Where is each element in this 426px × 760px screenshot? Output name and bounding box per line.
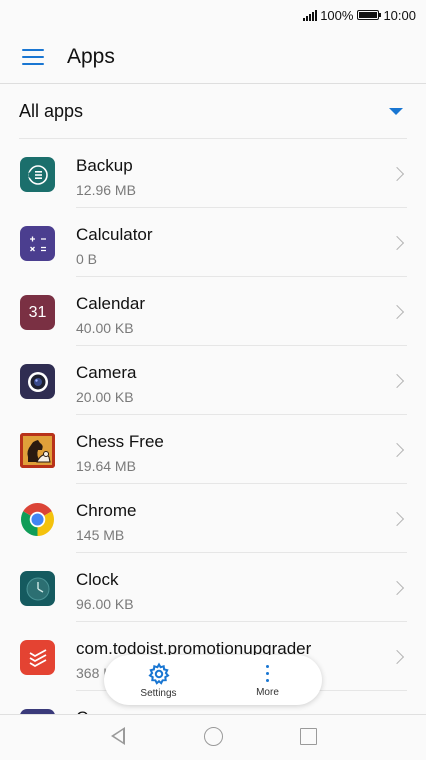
chrome-icon xyxy=(20,502,55,537)
app-filter-dropdown[interactable]: All apps xyxy=(19,84,407,139)
chevron-right-icon xyxy=(389,235,405,251)
chevron-right-icon xyxy=(389,442,405,458)
gear-icon xyxy=(147,662,170,685)
calendar-icon: 31 xyxy=(20,295,55,330)
chevron-right-icon xyxy=(389,166,405,182)
list-item[interactable]: Camera 20.00 KB xyxy=(0,346,426,415)
back-icon xyxy=(111,727,125,745)
clock-time: 10:00 xyxy=(383,7,416,23)
home-icon xyxy=(203,726,223,746)
chevron-right-icon xyxy=(389,373,405,389)
app-size: 96.00 KB xyxy=(76,596,134,612)
recents-icon xyxy=(299,727,317,745)
app-name: Backup xyxy=(76,156,133,175)
chevron-right-icon xyxy=(389,649,405,665)
more-vertical-icon xyxy=(266,663,269,685)
chess-icon xyxy=(20,433,55,468)
app-size: 0 B xyxy=(76,251,98,267)
backup-icon xyxy=(20,157,55,192)
list-item[interactable]: 31 Calendar 40.00 KB xyxy=(0,277,426,346)
app-name: Camera xyxy=(76,363,137,382)
app-name: Calculator xyxy=(76,225,153,244)
app-name: Calendar xyxy=(76,294,145,313)
signal-icon xyxy=(303,9,318,21)
app-size: 20.00 KB xyxy=(76,389,134,405)
app-size: 40.00 KB xyxy=(76,320,134,336)
back-button[interactable] xyxy=(71,715,166,758)
list-item[interactable]: Chess Free 19.64 MB xyxy=(0,415,426,484)
app-size: 19.64 MB xyxy=(76,458,136,474)
home-button[interactable] xyxy=(166,715,261,758)
app-name: Chess Free xyxy=(76,432,164,451)
camera-icon xyxy=(20,364,55,399)
bottom-action-popup: Settings More xyxy=(104,655,322,705)
app-name: Clock xyxy=(76,570,119,589)
chevron-right-icon xyxy=(389,304,405,320)
battery-icon xyxy=(357,10,382,20)
chevron-right-icon xyxy=(389,511,405,527)
more-label: More xyxy=(256,686,279,698)
clock-icon xyxy=(20,571,55,606)
more-button[interactable]: More xyxy=(228,663,308,698)
chevron-right-icon xyxy=(389,580,405,596)
app-size: 145 MB xyxy=(76,527,125,543)
todoist-icon xyxy=(20,640,55,675)
battery-percent: 100% xyxy=(320,7,354,23)
calculator-icon xyxy=(20,226,55,261)
app-name: Chrome xyxy=(76,501,137,520)
system-nav-bar xyxy=(0,714,426,757)
list-item[interactable]: Backup 12.96 MB xyxy=(0,139,426,208)
settings-button[interactable]: Settings xyxy=(119,662,199,699)
list-item[interactable]: Chrome 145 MB xyxy=(0,484,426,553)
filter-label: All apps xyxy=(19,100,84,121)
list-item[interactable]: Calculator 0 B xyxy=(0,208,426,277)
list-item[interactable]: Clock 96.00 KB xyxy=(0,553,426,622)
app-size: 12.96 MB xyxy=(76,182,136,198)
recents-button[interactable] xyxy=(261,715,356,758)
menu-icon[interactable] xyxy=(22,48,44,65)
page-title: Apps xyxy=(67,44,115,68)
dropdown-arrow-icon xyxy=(389,107,403,115)
settings-label: Settings xyxy=(140,687,177,699)
app-bar: Apps xyxy=(0,30,426,84)
calendar-day-number: 31 xyxy=(28,303,47,321)
status-bar: 100% 10:00 xyxy=(0,0,426,30)
